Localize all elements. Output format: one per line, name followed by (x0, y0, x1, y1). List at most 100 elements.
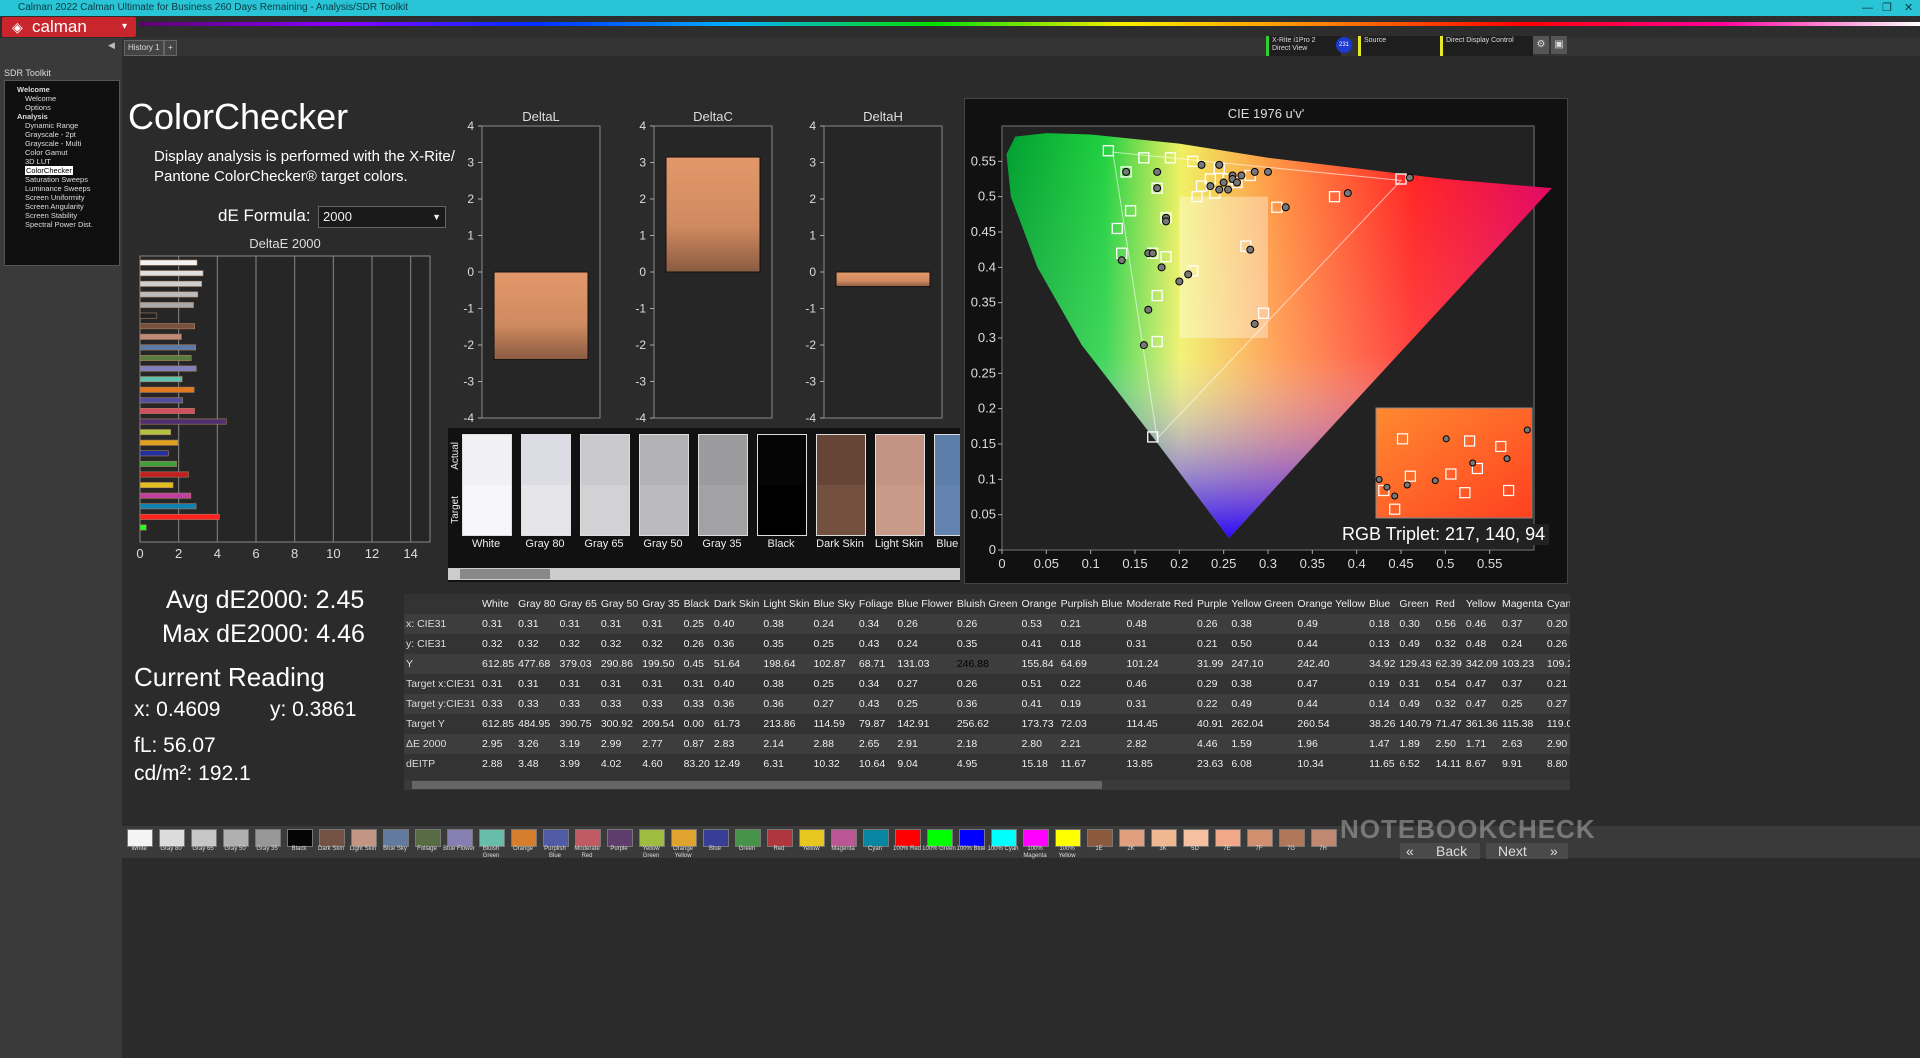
patch-chip[interactable]: 100% Cyan (987, 828, 1019, 856)
swatch[interactable] (639, 434, 689, 536)
patch-chip[interactable]: Gray 35 (252, 828, 282, 856)
settings-button[interactable]: ▣ (1551, 36, 1567, 54)
add-tab-button[interactable]: + (164, 40, 177, 56)
meter-selector[interactable]: X-Rite i1Pro 2 Direct View (1266, 36, 1341, 56)
table-cell: 0.29 (1196, 678, 1218, 690)
patch-chip[interactable]: Orange Yellow (668, 828, 698, 859)
swatch[interactable] (875, 434, 925, 536)
patch-chip[interactable]: Magenta (828, 828, 858, 856)
patch-label: 1E (1095, 846, 1103, 852)
patch-chip[interactable]: Purplish Blue (540, 828, 570, 859)
sidebar-item[interactable]: ColorChecker (5, 166, 119, 175)
formula-select[interactable]: 2000 ▼ (318, 206, 446, 228)
patch-chip[interactable]: Red (764, 828, 794, 856)
sidebar-item[interactable]: Color Gamut (5, 148, 119, 157)
patch-chip[interactable]: 100% Blue (956, 828, 986, 856)
patch-chip[interactable]: Orange (508, 828, 538, 856)
table-scrollbar-thumb[interactable] (412, 781, 1102, 789)
patch-chip[interactable]: 100% Yellow (1052, 828, 1082, 859)
patch-chip[interactable]: 5D (1180, 828, 1210, 856)
minimize-button[interactable]: — (1862, 0, 1873, 16)
meter-badge[interactable]: 231 (1336, 37, 1352, 53)
patch-chip[interactable]: Gray 80 (156, 828, 186, 856)
source-selector[interactable]: Source (1358, 36, 1441, 56)
patch-chip[interactable]: Yellow (796, 828, 826, 856)
patch-chip[interactable]: Blue (700, 828, 730, 856)
sidebar-item[interactable]: Dynamic Range (5, 121, 119, 130)
swatch-actual (935, 435, 960, 485)
sidebar-item[interactable]: Grayscale - 2pt (5, 130, 119, 139)
table-cell: 71.47 (1435, 718, 1462, 730)
patch-chip[interactable]: Cyan (860, 828, 890, 856)
next-button[interactable]: Next » (1486, 843, 1568, 859)
patch-chip[interactable]: 7G (1276, 828, 1306, 856)
swatch[interactable] (757, 434, 807, 536)
swatch[interactable] (521, 434, 571, 536)
swatch[interactable] (934, 434, 960, 536)
patch-chip[interactable]: 7H (1308, 828, 1338, 856)
patch-chip[interactable]: 3K (1148, 828, 1178, 856)
patch-chip[interactable]: Purple (604, 828, 634, 856)
patch-chip[interactable]: Moderate Red (572, 828, 602, 859)
tab-history-1[interactable]: History 1 (124, 40, 164, 56)
patch-chip[interactable]: Bluish Green (476, 828, 506, 859)
swatch[interactable] (698, 434, 748, 536)
sidebar-item[interactable]: Luminance Sweeps (5, 184, 119, 193)
sidebar-item[interactable]: Grayscale - Multi (5, 139, 119, 148)
swatch-target (640, 485, 688, 535)
table-cell: 477.68 (516, 654, 558, 674)
table-cell: 0.25 (813, 678, 834, 690)
patch-chip[interactable]: 7F (1244, 828, 1274, 856)
patch-chip[interactable]: 1E (1084, 828, 1114, 856)
patch-chip[interactable]: Gray 50 (220, 828, 250, 856)
patch-chip[interactable]: 2K (1116, 828, 1146, 856)
maximize-button[interactable]: ❐ (1882, 0, 1892, 16)
table-cell: 390.75 (559, 718, 592, 730)
patch-chip[interactable]: 7E (1212, 828, 1242, 856)
swatch[interactable] (462, 434, 512, 536)
table-cell[interactable]: 246.88 (954, 654, 1020, 674)
close-button[interactable]: ✕ (1904, 0, 1913, 16)
patch-chip[interactable]: White (124, 828, 154, 856)
sidebar-item[interactable]: 3D LUT (5, 157, 119, 166)
sidebar-item[interactable]: Analysis (5, 112, 119, 121)
sidebar-item[interactable]: Screen Uniformity (5, 193, 119, 202)
deltal-chart: DeltaL 4 3 2 1 0 -1 -2 -3 -4 (463, 109, 601, 425)
scrollbar-thumb[interactable] (460, 569, 550, 579)
inset-measured-marker (1391, 492, 1399, 500)
table-cell: 0.25 (1499, 694, 1545, 714)
swatch-scrollbar[interactable] (448, 568, 960, 580)
calman-menu-button[interactable]: ◈ calman ▾ (2, 17, 136, 37)
patch-chip[interactable]: Black (284, 828, 314, 856)
sidebar-item[interactable]: Screen Angularity (5, 202, 119, 211)
gear-icon[interactable]: ⚙ (1533, 36, 1549, 54)
patch-chip[interactable]: Dark Skin (316, 828, 346, 856)
sidebar-item[interactable]: Options (5, 103, 119, 112)
sidebar-item[interactable]: Welcome (5, 94, 119, 103)
table-cell: 0.53 (1019, 614, 1059, 634)
display-selector[interactable]: Direct Display Control (1440, 36, 1533, 56)
patch-chip[interactable]: 100% Magenta (1020, 828, 1050, 859)
sidebar-item[interactable]: Saturation Sweeps (5, 175, 119, 184)
collapse-sidebar-button[interactable]: ◀ (108, 40, 115, 51)
sidebar-item[interactable]: Spectral Power Dist. (5, 220, 119, 229)
sidebar-item[interactable]: Screen Stability (5, 211, 119, 220)
reading-cdm: cd/m²: 192.1 (134, 762, 251, 785)
back-button[interactable]: « Back (1400, 843, 1480, 859)
sidebar-item[interactable]: Welcome (5, 85, 119, 94)
swatch[interactable] (816, 434, 866, 536)
patch-chip[interactable]: Light Skin (348, 828, 378, 856)
patch-chip[interactable]: 100% Red (892, 828, 922, 856)
patch-chip[interactable]: Blue Sky (380, 828, 410, 856)
patch-chip[interactable]: 100% Green (922, 828, 956, 856)
table-cell: 0.24 (1501, 638, 1523, 650)
patch-chip[interactable]: Gray 65 (188, 828, 218, 856)
row-header: y: CIE31 (406, 638, 447, 650)
swatch[interactable] (580, 434, 630, 536)
cie-xtick-label: 0.35 (1300, 556, 1325, 571)
patch-chip[interactable]: Green (732, 828, 762, 856)
table-scrollbar[interactable] (404, 780, 1570, 790)
patch-chip[interactable]: Blue Flower (443, 828, 475, 856)
patch-chip[interactable]: Yellow Green (636, 828, 666, 859)
patch-chip[interactable]: Foliage (412, 828, 442, 856)
